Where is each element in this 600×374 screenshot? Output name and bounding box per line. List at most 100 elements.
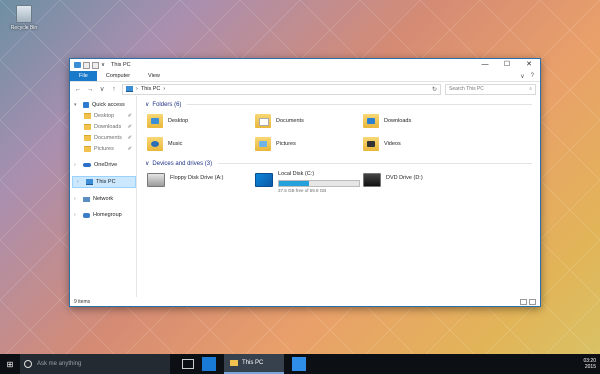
videos-folder-icon [363, 136, 379, 151]
edge-icon[interactable] [202, 357, 216, 371]
collapse-chevron-icon[interactable]: ∨ [145, 101, 149, 108]
cortana-icon [24, 360, 32, 368]
sidebar-item-downloads[interactable]: Downloads ✐ [70, 122, 136, 132]
maximize-button[interactable]: ☐ [496, 59, 518, 71]
expand-ribbon-icon[interactable]: ∨ [520, 73, 524, 80]
sidebar-item-pictures[interactable]: Pictures ✐ [70, 144, 136, 154]
pictures-folder-icon [84, 146, 91, 152]
tab-file[interactable]: File [70, 71, 97, 81]
folder-downloads[interactable]: Downloads [363, 112, 471, 129]
drive-label: DVD Drive (D:) [386, 175, 423, 181]
drive-label: Floppy Disk Drive (A:) [170, 175, 224, 181]
collapse-chevron-icon[interactable]: ∨ [145, 160, 149, 167]
start-button[interactable]: ⊞ [0, 360, 20, 369]
main-area: ▾ Quick access Desktop ✐ Downloads ✐ Doc… [70, 96, 540, 297]
documents-folder-icon [84, 135, 91, 141]
desktop-folder-icon [147, 113, 163, 128]
properties-icon[interactable] [83, 61, 90, 69]
network-icon [83, 196, 90, 202]
taskbar-explorer-button[interactable]: This PC [224, 354, 284, 374]
sidebar-item-quick-access[interactable]: ▾ Quick access [70, 100, 136, 110]
pin-icon[interactable]: ✐ [128, 146, 132, 152]
pictures-folder-icon [255, 136, 271, 151]
address-bar[interactable]: › This PC › ↻ [122, 83, 441, 95]
clock-date: 2015 [584, 364, 596, 370]
address-chevron-icon[interactable]: › [136, 86, 138, 92]
close-button[interactable]: ✕ [518, 59, 540, 71]
sidebar-item-documents[interactable]: Documents ✐ [70, 133, 136, 143]
expand-arrow-icon[interactable]: › [74, 212, 80, 218]
drive-dvd[interactable]: DVD Drive (D:) [363, 171, 471, 191]
sidebar-item-onedrive[interactable]: › OneDrive [70, 160, 136, 170]
cortana-search[interactable]: Ask me anything [20, 354, 170, 374]
drive-local-c[interactable]: Local Disk (C:) 37.5 GB free of 59.8 GB [255, 171, 363, 193]
minimize-button[interactable]: — [474, 59, 496, 71]
pin-icon[interactable]: ✐ [128, 124, 132, 130]
title-bar[interactable]: ∨ This PC — ☐ ✕ [70, 59, 540, 71]
expand-arrow-icon[interactable]: ▾ [74, 102, 80, 108]
new-folder-icon[interactable] [92, 61, 99, 69]
downloads-folder-icon [84, 124, 91, 130]
recycle-bin-label: Recycle Bin [10, 25, 38, 31]
up-button[interactable]: ↑ [110, 86, 118, 93]
large-icons-view-icon[interactable] [529, 298, 536, 305]
tab-view[interactable]: View [139, 71, 169, 81]
back-button[interactable]: ← [74, 86, 82, 93]
sidebar-item-network[interactable]: › Network [70, 194, 136, 204]
documents-folder-icon [255, 113, 271, 128]
store-icon[interactable] [292, 357, 306, 371]
folder-pictures[interactable]: Pictures [255, 135, 363, 152]
music-folder-icon [147, 136, 163, 151]
folder-music[interactable]: Music [147, 135, 255, 152]
folder-label: Documents [276, 117, 304, 124]
cloud-icon [83, 163, 91, 167]
computer-icon [86, 179, 93, 185]
folder-desktop[interactable]: Desktop [147, 112, 255, 129]
help-icon[interactable]: ? [531, 73, 534, 79]
recent-locations-button[interactable]: ∨ [98, 85, 106, 93]
window-controls: — ☐ ✕ [474, 59, 540, 71]
navigation-pane: ▾ Quick access Desktop ✐ Downloads ✐ Doc… [70, 96, 137, 297]
refresh-icon[interactable]: ↻ [432, 86, 437, 93]
folder-label: Music [168, 140, 183, 147]
sidebar-item-this-pc[interactable]: › This PC [72, 176, 136, 188]
drive-floppy[interactable]: Floppy Disk Drive (A:) [147, 171, 255, 191]
customize-qa-dropdown[interactable]: ∨ [101, 62, 105, 68]
folder-label: Videos [384, 140, 401, 147]
drives-section-header[interactable]: ∨ Devices and drives (3) [145, 160, 532, 167]
pin-icon[interactable]: ✐ [128, 135, 132, 141]
dvd-drive-icon [363, 173, 381, 187]
pin-icon[interactable]: ✐ [128, 113, 132, 119]
explorer-window: ∨ This PC — ☐ ✕ File Computer View ∨ ? ←… [69, 58, 541, 307]
system-clock[interactable]: 03:20 2015 [583, 358, 596, 370]
desktop-folder-icon [84, 113, 91, 119]
sidebar-item-homegroup[interactable]: › Homegroup [70, 210, 136, 220]
expand-arrow-icon[interactable]: › [77, 179, 83, 185]
sidebar-item-label: Desktop [94, 113, 115, 119]
folder-documents[interactable]: Documents [255, 112, 363, 129]
address-chevron-icon-2[interactable]: › [163, 86, 165, 92]
recycle-bin-icon [16, 5, 32, 23]
forward-button[interactable]: → [86, 86, 94, 93]
expand-arrow-icon[interactable]: › [74, 162, 80, 168]
folder-videos[interactable]: Videos [363, 135, 471, 152]
content-pane: ∨ Folders (6) Desktop Documents Download… [137, 96, 540, 297]
computer-icon [126, 86, 133, 92]
taskbar-explorer-label: This PC [242, 360, 264, 366]
folders-section-header[interactable]: ∨ Folders (6) [145, 101, 532, 108]
sidebar-item-desktop[interactable]: Desktop ✐ [70, 111, 136, 121]
sidebar-item-label: OneDrive [94, 162, 118, 168]
search-input[interactable]: Search This PC ⌕ [445, 83, 536, 95]
sidebar-item-label: Downloads [94, 124, 122, 130]
star-icon [83, 102, 89, 108]
task-view-icon[interactable] [182, 359, 194, 369]
ribbon-tabs: File Computer View ∨ ? [70, 71, 540, 82]
tab-computer[interactable]: Computer [97, 71, 139, 81]
expand-arrow-icon[interactable]: › [74, 196, 80, 202]
details-view-icon[interactable] [520, 298, 527, 305]
recycle-bin[interactable]: Recycle Bin [4, 5, 44, 31]
cortana-placeholder: Ask me anything [37, 361, 82, 367]
address-path[interactable]: This PC [141, 86, 161, 92]
sidebar-item-label: Documents [94, 135, 122, 141]
file-explorer-icon [230, 360, 238, 366]
